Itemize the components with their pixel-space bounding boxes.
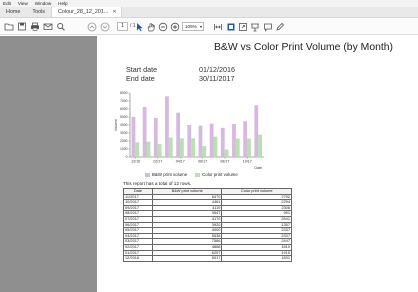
search-icon[interactable] — [55, 21, 66, 32]
y-tick-label: 1000 — [120, 147, 128, 151]
y-axis-label: Volume — [114, 119, 118, 131]
bar-bw — [187, 125, 192, 157]
bar-bw — [142, 106, 147, 157]
tab-tools[interactable]: Tools — [26, 7, 51, 17]
x-axis-label: Date — [254, 166, 262, 170]
email-icon[interactable] — [42, 21, 53, 32]
table-row: 12/2016 5017 1831 — [123, 255, 292, 262]
zoom-in-icon[interactable] — [169, 21, 180, 32]
bar-color — [258, 134, 262, 157]
presentation-icon[interactable] — [249, 21, 260, 32]
tab-document-label: Colour_28_12_201... — [57, 9, 109, 15]
y-tick-label: 6000 — [120, 107, 128, 111]
bar-bw — [198, 125, 203, 157]
close-tab-icon[interactable]: ✕ — [112, 9, 116, 15]
zoom-out-icon[interactable] — [157, 21, 168, 32]
cell-date: 12/2016 — [123, 255, 153, 262]
bar-color — [235, 138, 240, 157]
y-tick-label: 5000 — [120, 115, 128, 119]
cell-color-volume: 1831 — [221, 255, 292, 262]
zoom-level-select[interactable]: 105% ▾ — [182, 22, 204, 31]
comment-icon[interactable] — [262, 21, 273, 32]
print-icon[interactable] — [29, 21, 40, 32]
x-tick-label: 06/17 — [198, 160, 207, 164]
page-down-icon[interactable] — [99, 21, 110, 32]
legend-bw: B&W print volume — [145, 172, 187, 177]
bar-color — [146, 141, 151, 157]
bar-color — [213, 136, 218, 157]
select-cursor-icon[interactable] — [133, 21, 144, 32]
y-tick-label: 3000 — [120, 131, 128, 135]
chevron-down-icon: ▾ — [199, 24, 202, 29]
pen-icon[interactable] — [274, 21, 285, 32]
toolbar: 1 / 1 105% ▾ — [0, 18, 418, 35]
bar-bw — [220, 127, 225, 157]
zoom-level-value: 105% — [185, 24, 197, 29]
bar-bw — [243, 121, 248, 157]
hand-tool-icon[interactable] — [145, 21, 156, 32]
y-tick-label: 4000 — [120, 123, 128, 127]
menu-bar: Edit View Window Help — [0, 0, 418, 7]
y-tick-label: 8000 — [120, 91, 128, 95]
save-icon[interactable] — [16, 21, 27, 32]
bar-color — [191, 138, 195, 157]
tab-home[interactable]: Home — [0, 7, 26, 17]
tab-bar: Home Tools Colour_28_12_201... ✕ — [0, 7, 418, 18]
bar-color — [224, 149, 229, 157]
full-screen-icon[interactable] — [237, 21, 248, 32]
report-title: B&W vs Color Print Volume (by Month) — [214, 42, 394, 53]
x-tick-label: 08/17 — [220, 160, 229, 164]
print-volume-chart: 8000 7000 6000 5000 4000 3000 2000 1000 0 Volume 1… — [114, 91, 264, 170]
x-tick-label: 02/17 — [153, 160, 162, 164]
fit-width-icon[interactable] — [212, 21, 223, 32]
fit-page-icon[interactable] — [225, 21, 236, 32]
menu-edit[interactable]: Edit — [3, 0, 11, 7]
x-tick-label: 12/16 — [131, 160, 140, 164]
navigation-pane — [0, 36, 97, 292]
bar-color — [157, 144, 162, 157]
legend-color-label: Color print volume — [202, 172, 238, 177]
bar-bw — [254, 105, 259, 157]
open-file-icon[interactable] — [3, 21, 14, 32]
bar-bw — [232, 124, 236, 157]
bar-color — [247, 138, 251, 157]
start-date-label: Start date — [126, 65, 158, 74]
legend-bw-swatch — [145, 172, 150, 177]
x-tick-label: 10/17 — [243, 160, 252, 164]
cell-bw-volume: 5017 — [151, 255, 223, 262]
volume-table: Date B&W print volume Color print volume… — [123, 188, 292, 262]
bar-bw — [209, 123, 214, 157]
page-up-icon[interactable] — [86, 21, 97, 32]
bar-bw — [153, 118, 158, 157]
bar-color — [135, 142, 140, 157]
start-date-value: 01/12/2016 — [199, 65, 235, 74]
bar-bw — [165, 96, 169, 157]
y-tick-label: 7000 — [120, 99, 128, 103]
y-tick-label: 0 — [126, 155, 128, 159]
bar-bw — [131, 116, 136, 157]
tab-document[interactable]: Colour_28_12_201... ✕ — [50, 7, 122, 17]
menu-help[interactable]: Help — [58, 0, 67, 7]
bar-color — [168, 137, 173, 157]
bar-bw — [176, 112, 181, 157]
legend-color: Color print volume — [195, 172, 238, 177]
bar-color — [202, 146, 207, 157]
legend-color-swatch — [195, 172, 201, 177]
legend-bw-label: B&W print volume — [152, 172, 188, 177]
menu-window[interactable]: Window — [35, 0, 51, 7]
y-tick-label: 2000 — [120, 139, 128, 143]
chart-legend: B&W print volume Color print volume — [145, 172, 238, 177]
page-number-input[interactable]: 1 — [117, 22, 128, 31]
end-date-label: End date — [126, 74, 155, 83]
menu-view[interactable]: View — [18, 0, 28, 7]
end-date-value: 30/11/2017 — [199, 74, 235, 83]
row-count-note: This report has a total of 12 rows. — [123, 181, 192, 186]
bar-color — [180, 138, 184, 157]
x-tick-label: 04/17 — [176, 160, 185, 164]
